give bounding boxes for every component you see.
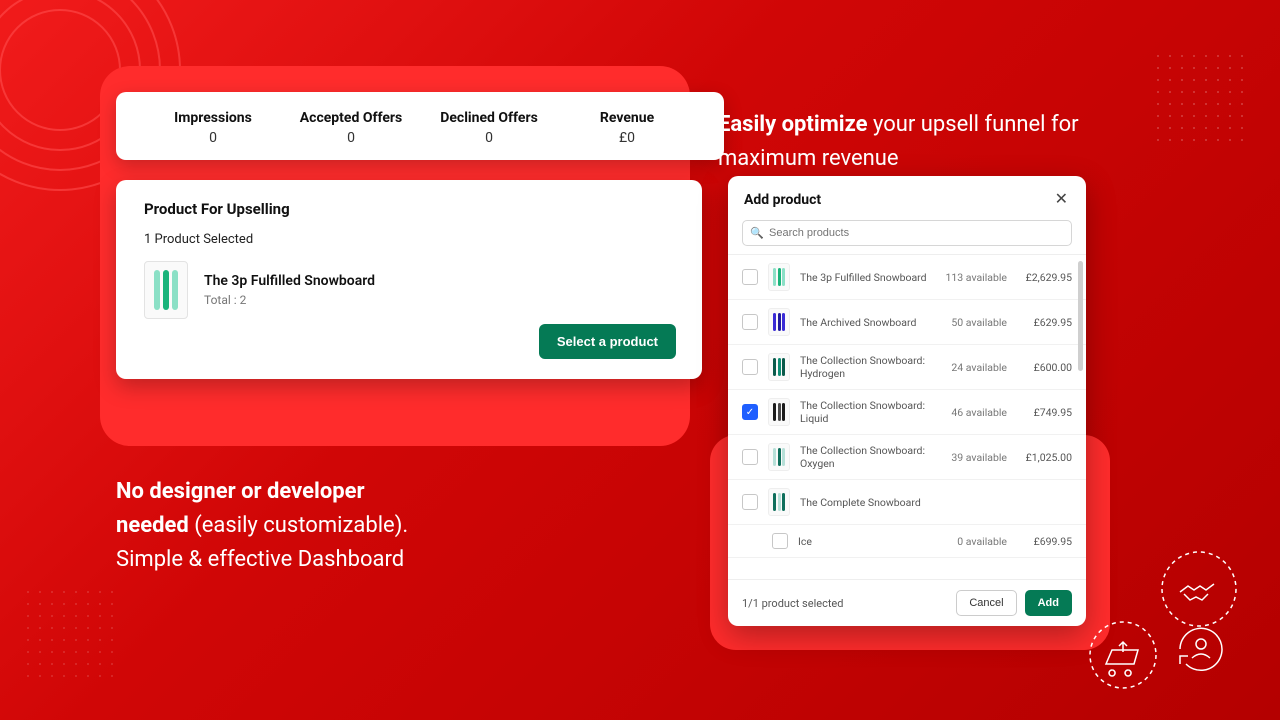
search-wrapper: 🔍 <box>742 220 1072 246</box>
stat-value: 0 <box>420 130 558 146</box>
product-availability: 24 available <box>937 361 1007 374</box>
product-row[interactable]: The 3p Fulfilled Snowboard 113 available £… <box>728 255 1086 300</box>
stat-revenue: Revenue £0 <box>558 110 696 146</box>
product-price: £749.95 <box>1017 406 1072 419</box>
variant-name: Ice <box>798 535 927 548</box>
product-thumbnail <box>768 263 790 291</box>
product-thumbnail <box>768 353 790 381</box>
product-thumbnail <box>768 488 790 516</box>
product-total: Total : 2 <box>204 293 375 307</box>
product-thumbnail <box>768 308 790 336</box>
stat-value: 0 <box>144 130 282 146</box>
product-price: £600.00 <box>1017 361 1072 374</box>
stat-impressions: Impressions 0 <box>144 110 282 146</box>
product-info: The 3p Fulfilled Snowboard Total : 2 <box>204 273 375 307</box>
checkbox[interactable] <box>742 449 758 465</box>
checkbox[interactable] <box>742 314 758 330</box>
right-caption: Easily optimize your upsell funnel for m… <box>718 108 1098 176</box>
stat-label: Declined Offers <box>420 110 558 126</box>
product-variant-row[interactable]: Ice 0 available £699.95 <box>728 525 1086 558</box>
product-list: The 3p Fulfilled Snowboard 113 available £… <box>728 254 1086 579</box>
cart-up-icon <box>1088 620 1158 690</box>
product-name: The 3p Fulfilled Snowboard <box>800 271 927 284</box>
caption-text: Easily optimize <box>718 112 867 137</box>
close-icon[interactable]: ✕ <box>1053 190 1070 210</box>
modal-header: Add product ✕ <box>728 176 1086 220</box>
stat-declined: Declined Offers 0 <box>420 110 558 146</box>
stat-accepted: Accepted Offers 0 <box>282 110 420 146</box>
upsell-selected-count: 1 Product Selected <box>144 232 674 247</box>
product-price: £699.95 <box>1017 535 1072 548</box>
product-price: £2,629.95 <box>1017 271 1072 284</box>
search-input[interactable] <box>742 220 1072 246</box>
scrollbar-thumb[interactable] <box>1078 261 1083 371</box>
product-price: £1,025.00 <box>1017 451 1072 464</box>
modal-title: Add product <box>744 192 821 208</box>
stat-value: £0 <box>558 130 696 146</box>
decorative-dots <box>22 586 122 686</box>
add-button[interactable]: Add <box>1025 590 1072 616</box>
left-caption: No designer or developer needed (easily … <box>116 475 546 577</box>
users-refresh-icon <box>1168 616 1234 682</box>
product-availability: 50 available <box>937 316 1007 329</box>
product-name: The Complete Snowboard <box>800 496 927 509</box>
select-product-button[interactable]: Select a product <box>539 324 676 359</box>
caption-text: needed <box>116 513 189 538</box>
product-name: The Collection Snowboard: Oxygen <box>800 444 927 470</box>
selection-count: 1/1 product selected <box>742 597 948 610</box>
decorative-icon-cluster <box>1088 550 1238 690</box>
modal-footer: 1/1 product selected Cancel Add <box>728 579 1086 626</box>
product-price: £629.95 <box>1017 316 1072 329</box>
caption-text: Simple & effective Dashboard <box>116 547 404 572</box>
product-availability: 46 available <box>937 406 1007 419</box>
product-name: The Collection Snowboard: Liquid <box>800 399 927 425</box>
stat-label: Revenue <box>558 110 696 126</box>
product-row[interactable]: The Collection Snowboard: Oxygen 39 avail… <box>728 435 1086 480</box>
stat-value: 0 <box>282 130 420 146</box>
product-row[interactable]: The Collection Snowboard: Hydrogen 24 ava… <box>728 345 1086 390</box>
search-icon: 🔍 <box>750 227 764 240</box>
selected-product-row: The 3p Fulfilled Snowboard Total : 2 <box>144 261 674 319</box>
checkbox[interactable] <box>742 494 758 510</box>
upsell-heading: Product For Upselling <box>144 200 674 218</box>
stat-label: Impressions <box>144 110 282 126</box>
product-row[interactable]: ✓ The Collection Snowboard: Liquid 46 avai… <box>728 390 1086 435</box>
caption-text: (easily customizable). <box>189 513 408 538</box>
cancel-button[interactable]: Cancel <box>956 590 1016 616</box>
checkbox[interactable] <box>742 269 758 285</box>
add-product-modal: Add product ✕ 🔍 The 3p Fulfilled Snowboa… <box>728 176 1086 626</box>
upsell-card: Product For Upselling 1 Product Selected… <box>116 180 702 379</box>
product-availability: 113 available <box>937 271 1007 284</box>
product-name: The 3p Fulfilled Snowboard <box>204 273 375 289</box>
product-thumbnail <box>768 398 790 426</box>
decorative-dots <box>1152 50 1252 150</box>
checkbox[interactable] <box>772 533 788 549</box>
product-name: The Archived Snowboard <box>800 316 927 329</box>
product-row[interactable]: The Complete Snowboard <box>728 480 1086 525</box>
product-thumbnail <box>144 261 188 319</box>
product-availability: 0 available <box>937 535 1007 548</box>
product-availability: 39 available <box>937 451 1007 464</box>
product-name: The Collection Snowboard: Hydrogen <box>800 354 927 380</box>
promo-stage: Impressions 0 Accepted Offers 0 Declined… <box>0 0 1280 720</box>
stats-card: Impressions 0 Accepted Offers 0 Declined… <box>116 92 724 160</box>
caption-text: No designer or developer <box>116 479 365 504</box>
product-row[interactable]: The Archived Snowboard 50 available £629.9… <box>728 300 1086 345</box>
product-thumbnail <box>768 443 790 471</box>
checkbox[interactable] <box>742 359 758 375</box>
stat-label: Accepted Offers <box>282 110 420 126</box>
checkbox[interactable]: ✓ <box>742 404 758 420</box>
